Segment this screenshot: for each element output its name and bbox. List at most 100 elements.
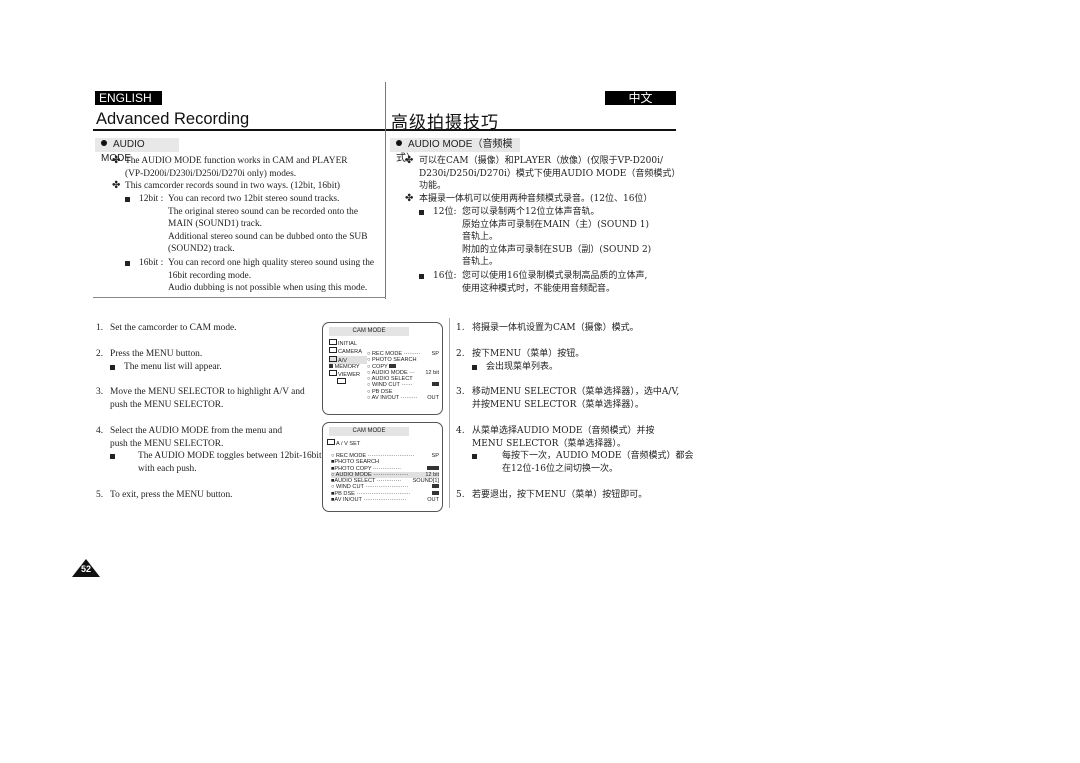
square-bullet-icon (110, 454, 115, 460)
section-tag-chinese: AUDIO MODE（音频模式） (390, 138, 520, 164)
clover-bullet-icon: ✤ (405, 193, 414, 204)
page-number: 52 (80, 564, 91, 574)
menu-title: CAM MODE (329, 427, 409, 436)
text-line: Additional stereo sound can be dubbed on… (168, 231, 368, 242)
menu-folder-av-set: A / V SET (327, 439, 360, 447)
text-line: (VP-D200i/D230i/D250i/D270i only) modes. (125, 168, 297, 179)
step-number: 5. (96, 490, 104, 500)
off-icon (432, 490, 439, 495)
playback-mode-icon (337, 378, 346, 385)
language-badge-english: ENGLISH (95, 91, 162, 105)
step-en-2: 2. Press the MENU button. The menu list … (96, 348, 222, 373)
text-line: The AUDIO MODE function works in CAM and… (125, 156, 348, 166)
text-line: Set the camcorder to CAM mode. (110, 323, 237, 333)
menu-left-column: INITIAL CAMERA A/V MEMORY VIEWER (329, 339, 367, 387)
intro-en-bullet-1: ✤ The AUDIO MODE function works in CAM a… (112, 155, 348, 180)
text-line: Select the AUDIO MODE from the menu and (110, 426, 283, 436)
text-line: MAIN (SOUND1) track. (168, 219, 262, 230)
text-line: 使用这种模式时，不能使用音频配音。 (462, 283, 616, 294)
language-badge-chinese: 中文 (605, 91, 676, 105)
text-line: 并按MENU SELECTOR（菜单选择器）。 (472, 399, 644, 410)
step-note: 会出现菜单列表。 (486, 361, 559, 372)
step-number: 2. (456, 349, 465, 359)
step-number: 3. (96, 387, 104, 397)
step-en-5: 5. To exit, press the MENU button. (96, 489, 233, 502)
menu-item-camera: CAMERA (329, 347, 367, 355)
steps-divider (449, 318, 450, 508)
intro-zh-sub-12bit: 12位: 您可以录制两个12位立体声音轨。 原始立体声可录制在MAIN（主）(S… (419, 206, 651, 269)
step-note: 每按下一次，AUDIO MODE（音频模式）都会 (502, 451, 694, 462)
intro-en-sub-16bit: 16bit : You can record one high quality … (125, 257, 374, 295)
step-note: The AUDIO MODE toggles between 12bit-16b… (138, 451, 322, 462)
sub-label: 12bit : (139, 194, 164, 204)
text-line: 将摄录一体机设置为CAM（摄像）模式。 (472, 323, 639, 333)
menu-option-list: ○ REC MODE ························· SP ■… (331, 453, 439, 503)
menu-item-viewer: VIEWER (329, 370, 367, 378)
section-divider (93, 297, 386, 298)
text-line: 您可以录制两个12位立体声音轨。 (462, 207, 600, 217)
menu-option-av-in-out: ○ AV IN/OUT ········· OUT (367, 395, 439, 402)
text-line: 若要退出，按下MENU（菜单）按钮即可。 (472, 490, 648, 500)
text-line: push the MENU SELECTOR. (110, 399, 224, 410)
section-tag-english: AUDIO MODE (95, 138, 179, 164)
step-zh-2: 2. 按下MENU（菜单）按钮。 会出现菜单列表。 (456, 348, 584, 373)
menu-item-initial: INITIAL (329, 339, 367, 347)
step-number: 2. (96, 349, 104, 359)
step-number: 1. (456, 323, 465, 333)
bullet-dot-icon (396, 140, 402, 146)
text-line: push the MENU SELECTOR. (110, 438, 224, 449)
step-zh-4: 4. 从菜单选择AUDIO MODE（音频模式）并按 MENU SELECTOR… (456, 425, 693, 475)
step-note: The menu list will appear. (124, 361, 222, 372)
text-line: The original stereo sound can be recorde… (168, 206, 359, 217)
text-line: 16bit recording mode. (168, 270, 252, 281)
page-number-badge: 52 (72, 559, 100, 577)
text-line: You can record one high quality stereo s… (168, 258, 375, 268)
sub-label: 16位: (433, 271, 457, 281)
menu-screen-cam-mode: CAM MODE INITIAL CAMERA A/V MEMORY VIEWE… (322, 322, 443, 415)
sub-label: 12位: (433, 207, 457, 217)
text-line: This camcorder records sound in two ways… (125, 181, 341, 191)
text-line: 可以在CAM（摄像）和PLAYER（放像）(仅限于VP-D200i/ (419, 156, 663, 166)
step-number: 5. (456, 490, 465, 500)
column-divider (385, 82, 386, 299)
text-line: To exit, press the MENU button. (110, 490, 233, 500)
intro-zh-sub-16bit: 16位: 您可以使用16位录制模式录制高品质的立体声, 使用这种模式时，不能使用… (419, 270, 647, 295)
step-number: 4. (456, 426, 465, 436)
clover-bullet-icon: ✤ (112, 155, 121, 166)
text-line: 按下MENU（菜单）按钮。 (472, 349, 585, 359)
folder-icon (327, 439, 335, 445)
step-en-3: 3. Move the MENU SELECTOR to highlight A… (96, 386, 305, 411)
menu-option-av-in-out: ■AV IN/OUT ······················· OUT (331, 497, 439, 504)
step-number: 3. (456, 387, 465, 397)
tape-to-card-icon (389, 363, 397, 368)
intro-zh-bullet-2: ✤ 本摄录一体机可以使用两种音频模式录音。(12位、16位） (405, 193, 652, 206)
text-line: 功能。 (419, 181, 447, 192)
menu-right-column: ○ REC MODE ········· SP ○ PHOTO SEARCH ○ … (367, 351, 439, 401)
menu-screen-av-set: CAM MODE A / V SET ○ REC MODE ··········… (322, 422, 443, 512)
intro-zh-bullet-1: ✤ 可以在CAM（摄像）和PLAYER（放像）(仅限于VP-D200i/ D23… (405, 155, 680, 193)
text-line: 您可以使用16位录制模式录制高品质的立体声, (462, 271, 648, 281)
folder-icon (329, 347, 337, 354)
square-bullet-icon (419, 274, 424, 279)
step-zh-1: 1. 将摄录一体机设置为CAM（摄像）模式。 (456, 322, 639, 335)
step-number: 4. (96, 426, 104, 436)
square-bullet-icon (125, 261, 130, 266)
clover-bullet-icon: ✤ (112, 180, 121, 191)
intro-en-bullet-2: ✤ This camcorder records sound in two wa… (112, 180, 340, 193)
square-bullet-icon (125, 197, 130, 202)
text-line: You can record two 12bit stereo sound tr… (168, 194, 340, 204)
folder-icon (329, 370, 337, 377)
text-line: 音轨上。 (462, 257, 499, 268)
step-number: 1. (96, 323, 104, 333)
page-title-english: Advanced Recording (96, 110, 250, 128)
clover-bullet-icon: ✤ (405, 155, 414, 166)
text-line: D230i/D250i/D270i）模式下使用AUDIO MODE（音频模式） (419, 168, 681, 179)
square-bullet-icon (419, 210, 424, 215)
intro-en-sub-12bit: 12bit : You can record two 12bit stereo … (125, 193, 367, 256)
square-bullet-icon (110, 364, 115, 370)
text-line: 移动MENU SELECTOR（菜单选择器），选中A/V, (472, 387, 680, 397)
text-line: 本摄录一体机可以使用两种音频模式录音。(12位、16位） (419, 194, 653, 204)
text-line: Audio dubbing is not possible when using… (168, 283, 368, 294)
text-line: Move the MENU SELECTOR to highlight A/V … (110, 387, 305, 397)
step-zh-5: 5. 若要退出，按下MENU（菜单）按钮即可。 (456, 489, 647, 502)
